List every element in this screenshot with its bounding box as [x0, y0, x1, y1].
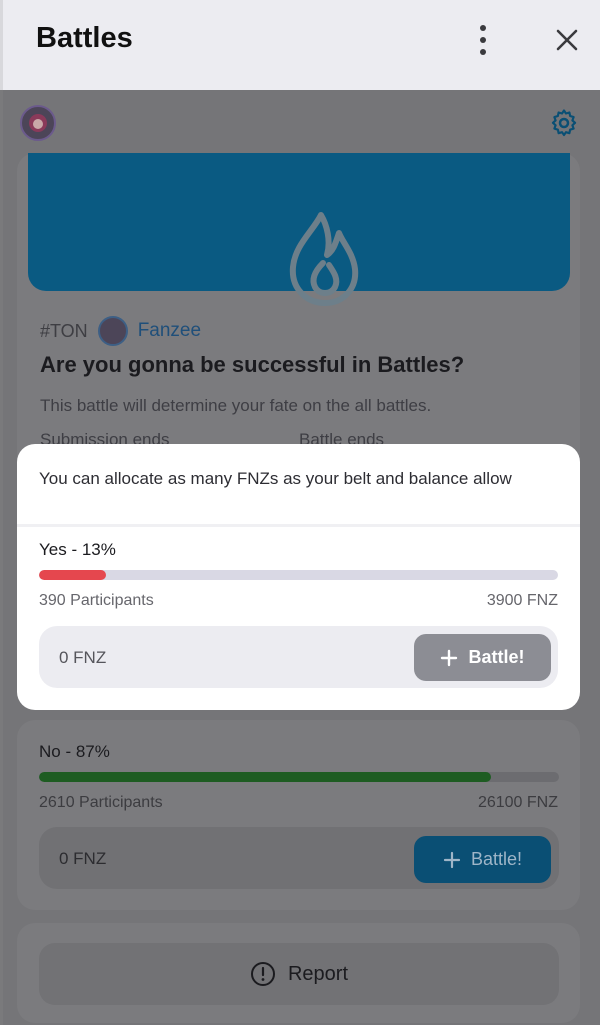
- battle-question: Are you gonna be successful in Battles?: [40, 352, 465, 377]
- option-yes-battle-button[interactable]: Battle!: [414, 634, 551, 681]
- plus-icon: [443, 851, 461, 868]
- plus-icon: [441, 649, 458, 666]
- alert-circle-icon: [250, 962, 275, 986]
- option-yes-progress-fill: [39, 570, 107, 580]
- header-bar: Battles: [0, 0, 600, 90]
- brand-name[interactable]: Fanzee: [138, 320, 201, 342]
- allocation-modal: You can allocate as many FNZs as your be…: [17, 444, 580, 710]
- option-yes-label: Yes - 13%: [39, 540, 116, 559]
- modal-divider: [17, 524, 580, 527]
- option-no-battle-label: Battle!: [470, 849, 523, 869]
- brand-avatar: [97, 316, 128, 346]
- battle-meta: #TON Fanzee: [40, 316, 201, 346]
- page-title: Battles: [36, 22, 133, 54]
- option-no-label: No - 87%: [39, 742, 110, 761]
- report-button[interactable]: Report: [39, 943, 559, 1005]
- option-no-amount: 26100 FNZ: [477, 794, 558, 811]
- flame-icon: [289, 212, 359, 306]
- option-no-progress: [39, 772, 559, 782]
- battle-banner: [28, 153, 570, 306]
- option-yes-progress: [39, 570, 558, 580]
- option-no-participants: 2610 Participants: [39, 794, 163, 811]
- option-yes-input-value: 0 FNZ: [59, 648, 107, 667]
- option-no-input-value: 0 FNZ: [59, 849, 107, 868]
- close-icon[interactable]: [551, 24, 583, 56]
- option-yes-battle-label: Battle!: [468, 647, 525, 667]
- option-yes-amount: 3900 FNZ: [486, 592, 558, 609]
- battle-tag[interactable]: #TON: [40, 321, 88, 342]
- option-no-progress-fill: [39, 772, 492, 782]
- battle-description: This battle will determine your fate on …: [40, 396, 432, 415]
- avatar-face-icon: [29, 114, 47, 132]
- option-no-battle-button[interactable]: Battle!: [414, 836, 551, 883]
- option-yes-participants: 390 Participants: [39, 592, 154, 609]
- more-vertical-icon[interactable]: [471, 22, 495, 58]
- gear-icon[interactable]: [549, 108, 579, 138]
- report-label: Report: [287, 962, 349, 985]
- allocation-note: You can allocate as many FNZs as your be…: [39, 469, 512, 488]
- avatar[interactable]: [20, 105, 56, 141]
